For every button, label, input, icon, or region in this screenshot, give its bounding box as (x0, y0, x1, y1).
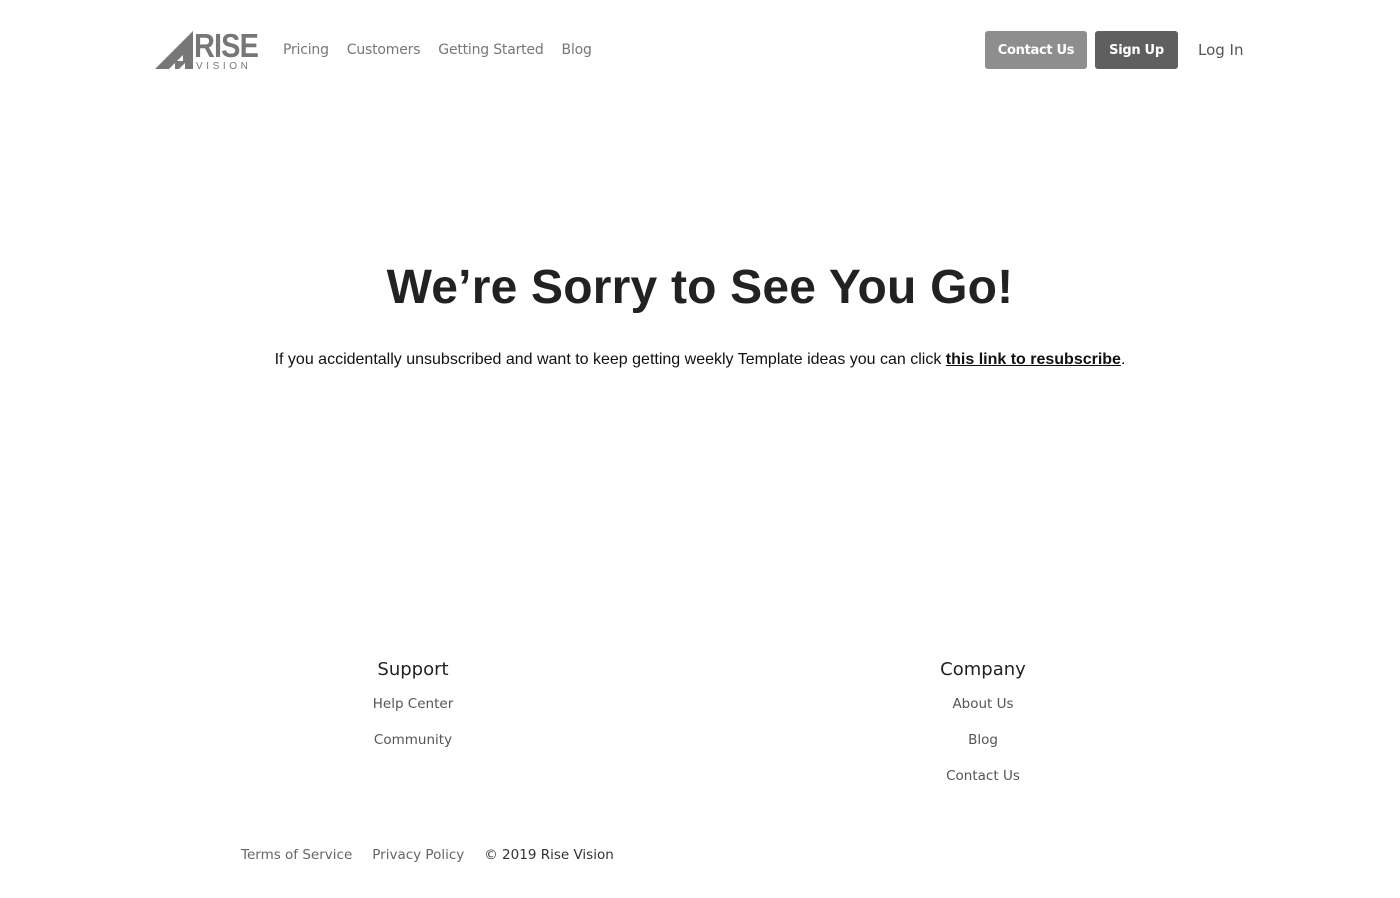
rise-vision-logo[interactable]: RISE VISION (155, 28, 259, 70)
resubscribe-link[interactable]: this link to resubscribe (946, 351, 1121, 368)
main-nav: Pricing Customers Getting Started Blog (283, 40, 592, 60)
nav-customers[interactable]: Customers (347, 40, 421, 60)
list-item: Contact Us (853, 766, 1113, 802)
resubscribe-message: If you accidentally unsubscribed and wan… (0, 348, 1400, 372)
footer-company-column: Company About Us Blog Contact Us (853, 658, 1113, 802)
logo-mark: RISE VISION (155, 28, 259, 70)
nav-getting-started[interactable]: Getting Started (438, 40, 543, 60)
nav-pricing[interactable]: Pricing (283, 40, 329, 60)
footer-blog-link[interactable]: Blog (968, 732, 998, 748)
footer-legal: Terms of Service Privacy Policy © 2019 R… (241, 845, 614, 865)
privacy-policy-link[interactable]: Privacy Policy (372, 845, 464, 865)
sign-up-button[interactable]: Sign Up (1095, 31, 1178, 69)
log-in-link[interactable]: Log In (1198, 39, 1244, 61)
page: RISE VISION Pricing Customers Getting St… (0, 0, 1400, 898)
list-item: Help Center (283, 694, 543, 730)
resubscribe-text: If you accidentally unsubscribed and wan… (274, 351, 946, 368)
svg-text:RISE: RISE (194, 28, 258, 64)
list-item: About Us (853, 694, 1113, 730)
resubscribe-period: . (1120, 351, 1126, 368)
footer-about-us-link[interactable]: About Us (952, 696, 1013, 712)
list-item: Community (283, 730, 543, 766)
copyright-text: © 2019 Rise Vision (484, 847, 614, 863)
svg-text:VISION: VISION (196, 61, 252, 70)
footer-company-links: About Us Blog Contact Us (853, 694, 1113, 802)
footer-support-links: Help Center Community (283, 694, 543, 766)
footer-support-heading: Support (377, 659, 449, 680)
site-header: RISE VISION Pricing Customers Getting St… (0, 0, 1400, 100)
footer-community-link[interactable]: Community (374, 732, 452, 748)
footer-help-center-link[interactable]: Help Center (373, 696, 454, 712)
page-title: We’re Sorry to See You Go! (386, 261, 1014, 314)
list-item: Blog (853, 730, 1113, 766)
footer-contact-us-link[interactable]: Contact Us (946, 768, 1020, 784)
footer-support-column: Support Help Center Community (283, 658, 543, 766)
contact-us-button[interactable]: Contact Us (985, 31, 1087, 69)
footer-company-heading: Company (940, 659, 1026, 680)
nav-blog[interactable]: Blog (562, 40, 592, 60)
terms-of-service-link[interactable]: Terms of Service (241, 845, 352, 865)
